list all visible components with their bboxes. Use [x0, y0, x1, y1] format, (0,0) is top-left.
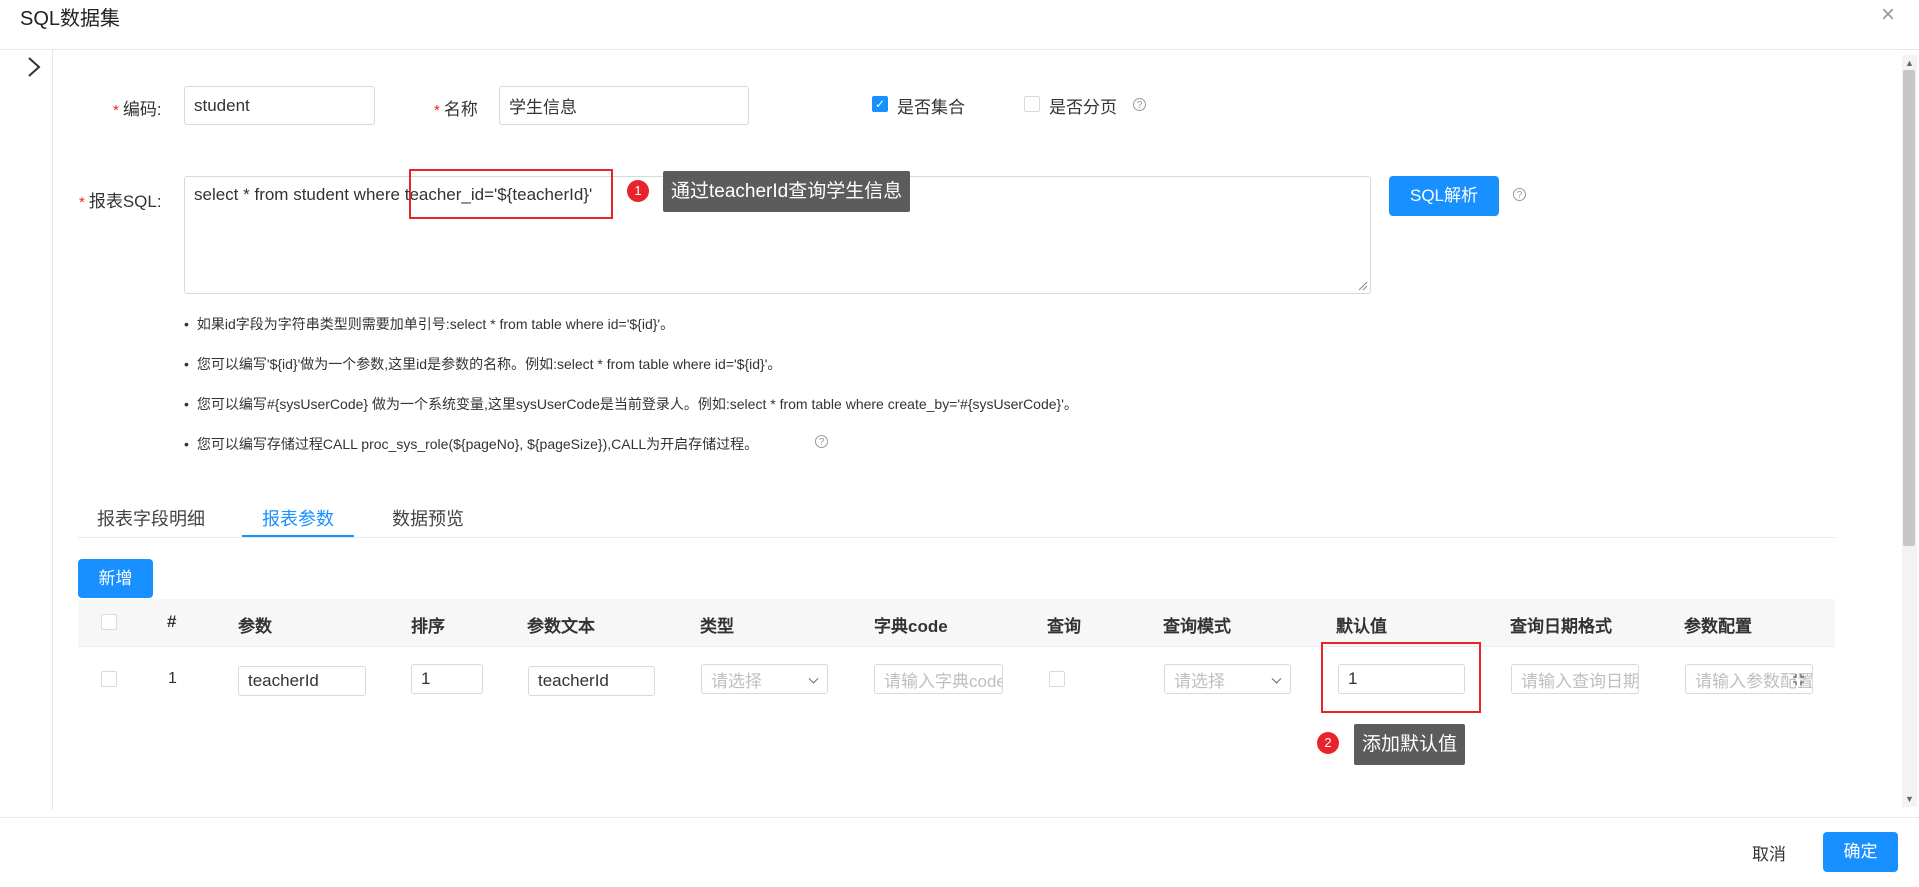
sql-highlight-box: [409, 169, 613, 219]
annotation-badge-2: 2: [1317, 732, 1339, 754]
tab-active-indicator: [242, 535, 354, 537]
column-header: 查询: [1047, 617, 1081, 636]
date-format-input[interactable]: 请输入查询日期格式: [1511, 664, 1639, 694]
sql-label: * 报表SQL:: [79, 192, 162, 211]
sidebar-divider: [52, 50, 53, 810]
dialog-header: SQL数据集 ×: [0, 0, 1919, 50]
annotation-tooltip-2: 添加默认值: [1354, 724, 1466, 765]
type-select[interactable]: 请选择: [701, 664, 828, 694]
query-checkbox[interactable]: [1049, 671, 1065, 687]
tab-divider: [78, 537, 1835, 538]
note-item: 如果id字段为字符串类型则需要加单引号:select * from table …: [184, 314, 674, 334]
row-index: 1: [168, 670, 177, 687]
code-label: * 编码:: [113, 100, 162, 119]
tab-field-details[interactable]: 报表字段明细: [97, 505, 205, 531]
tab-data-preview[interactable]: 数据预览: [392, 505, 464, 531]
column-header: 类型: [700, 617, 734, 636]
help-icon[interactable]: ?: [1513, 188, 1526, 201]
chevron-down-icon: [808, 673, 819, 684]
add-button[interactable]: 新增: [78, 559, 153, 598]
dialog-title: SQL数据集: [20, 8, 121, 30]
is-paged-checkbox[interactable]: [1024, 96, 1040, 112]
help-icon[interactable]: ?: [1133, 98, 1146, 111]
column-header: 参数配置: [1684, 617, 1752, 636]
is-paged-label: 是否分页: [1049, 98, 1117, 117]
scroll-down-icon[interactable]: ▼: [1902, 793, 1917, 805]
note-item: 您可以编写存储过程CALL proc_sys_role(${pageNo}, $…: [184, 434, 758, 454]
param-text-input[interactable]: teacherId: [528, 666, 655, 696]
scrollbar-thumb[interactable]: [1903, 70, 1915, 546]
param-config-input[interactable]: 请输入参数配置: [1685, 664, 1813, 694]
default-value-highlight-box: [1321, 642, 1481, 713]
column-header: 参数: [238, 617, 272, 636]
dict-code-input[interactable]: 请输入字典code: [874, 664, 1003, 694]
confirm-button[interactable]: 确定: [1823, 832, 1898, 872]
tab-report-params[interactable]: 报表参数: [262, 505, 334, 531]
column-header: 排序: [411, 617, 445, 636]
is-collection-label: 是否集合: [897, 98, 965, 117]
is-collection-checkbox[interactable]: ✓: [872, 96, 888, 112]
close-icon[interactable]: ×: [1881, 2, 1895, 28]
annotation-badge-1: 1: [627, 180, 649, 202]
column-header: 参数文本: [527, 617, 595, 636]
row-checkbox[interactable]: [101, 671, 117, 687]
order-input[interactable]: 1: [411, 664, 483, 694]
select-all-checkbox[interactable]: [101, 614, 117, 630]
column-header: 查询日期格式: [1510, 617, 1612, 636]
param-input[interactable]: teacherId: [238, 666, 366, 696]
help-icon[interactable]: ?: [815, 435, 828, 448]
code-input[interactable]: student: [184, 86, 375, 125]
column-header: 默认值: [1336, 617, 1387, 636]
column-header: 查询模式: [1163, 617, 1231, 636]
annotation-tooltip-1: 通过teacherId查询学生信息: [663, 171, 911, 212]
cancel-button[interactable]: 取消: [1752, 840, 1786, 865]
dialog-footer: [0, 817, 1919, 887]
chevron-down-icon: [1271, 673, 1282, 684]
name-input[interactable]: 学生信息: [499, 86, 749, 125]
query-mode-select[interactable]: 请选择: [1164, 664, 1291, 694]
note-item: 您可以编写#{sysUserCode} 做为一个系统变量,这里sysUserCo…: [184, 394, 1078, 414]
sql-parse-button[interactable]: SQL解析: [1389, 176, 1499, 216]
note-item: 您可以编写'${id}'做为一个参数,这里id是参数的名称。例如:select …: [184, 354, 781, 374]
column-header: #: [167, 612, 177, 631]
resize-handle-icon[interactable]: [1358, 281, 1368, 291]
expand-icon[interactable]: [1792, 673, 1805, 686]
scroll-up-icon[interactable]: ▲: [1902, 57, 1917, 69]
chevron-right-icon[interactable]: [26, 54, 42, 84]
column-header: 字典code: [874, 617, 948, 636]
name-label: * 名称: [434, 100, 478, 119]
